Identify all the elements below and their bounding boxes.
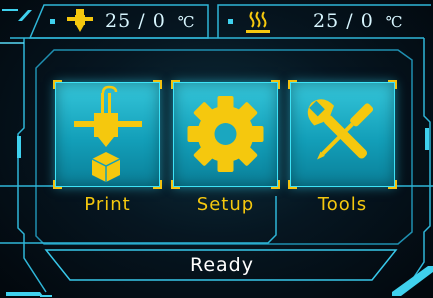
printer-home-screen: 25 / 0 ℃ 25 / 0 ℃ Print Setup Tools Read…: [0, 0, 433, 298]
bed-temperature-readout[interactable]: 25 / 0 ℃: [222, 4, 430, 38]
gear-icon: [187, 96, 264, 172]
bed-separator: /: [346, 10, 354, 32]
tools-button[interactable]: [288, 80, 397, 189]
nozzle-separator: /: [138, 10, 146, 32]
bullet-marker: [50, 18, 55, 24]
nozzle-temperature-readout[interactable]: 25 / 0 ℃: [44, 4, 208, 38]
heated-bed-icon: [246, 11, 270, 33]
nozzle-temp-unit: ℃: [177, 13, 196, 31]
nozzle-target-temp: 0: [152, 10, 166, 32]
setup-label[interactable]: Setup: [173, 194, 278, 215]
nozzle-current-temp: 25: [105, 10, 132, 32]
bed-current-temp: 25: [313, 10, 340, 32]
bullet-marker: [228, 18, 233, 24]
bed-temperature-value: 25 / 0 ℃: [313, 10, 404, 32]
tools-icon: [307, 99, 374, 160]
print-icon: [74, 85, 142, 182]
nozzle-temperature-value: 25 / 0 ℃: [105, 10, 196, 32]
status-bar: Ready: [72, 250, 372, 280]
bed-temp-unit: ℃: [385, 13, 404, 31]
setup-button[interactable]: [171, 80, 280, 189]
print-button[interactable]: [53, 80, 162, 189]
nozzle-heater-icon: [67, 9, 93, 32]
bed-target-temp: 0: [360, 10, 374, 32]
tools-label[interactable]: Tools: [290, 194, 395, 215]
status-text: Ready: [190, 254, 254, 276]
print-label[interactable]: Print: [55, 194, 160, 215]
